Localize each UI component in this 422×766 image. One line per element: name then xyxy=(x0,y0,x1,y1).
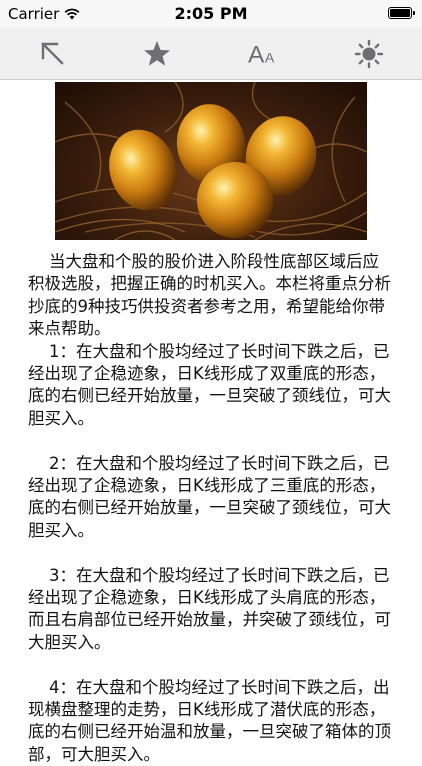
star-icon xyxy=(144,41,170,66)
favorite-button[interactable] xyxy=(141,38,173,70)
article-body: 当大盘和个股的股价进入阶段性底部区域后应积极选股，把握正确的时机买入。本栏将重点… xyxy=(28,251,394,766)
article-paragraph: 1：在大盘和个股均经过了长时间下跌之后，已经出现了企稳迹象，日K线形成了双重底的… xyxy=(28,341,391,428)
font-size-small-letter: A xyxy=(265,49,275,65)
font-size-large-letter: A xyxy=(248,41,265,68)
arrow-up-left-icon xyxy=(41,42,64,65)
brightness-button[interactable] xyxy=(353,38,385,70)
brightness-icon xyxy=(354,39,384,69)
status-time: 2:05 PM xyxy=(174,4,248,23)
article-hero-image xyxy=(55,82,367,240)
article-paragraph: 2：在大盘和个股均经过了长时间下跌之后，已经出现了企稳迹象，日K线形成了三重底的… xyxy=(28,453,391,540)
article-paragraph: 3：在大盘和个股均经过了长时间下跌之后，已经出现了企稳迹象，日K线形成了头肩底的… xyxy=(28,565,391,652)
reader-toolbar: A A xyxy=(0,28,422,80)
article-paragraph: 当大盘和个股的股价进入阶段性底部区域后应积极选股，把握正确的时机买入。本栏将重点… xyxy=(28,252,391,339)
golden-eggs-illustration xyxy=(55,82,367,240)
status-bar: Carrier 2:05 PM xyxy=(0,0,422,28)
battery-icon xyxy=(388,7,415,19)
back-button[interactable] xyxy=(36,38,68,70)
font-size-icon: A A xyxy=(248,41,275,68)
font-size-button[interactable]: A A xyxy=(247,38,279,70)
article-paragraph: 4：在大盘和个股均经过了长时间下跌之后，出现横盘整理的走势，日K线形成了潜伏底的… xyxy=(28,677,391,764)
